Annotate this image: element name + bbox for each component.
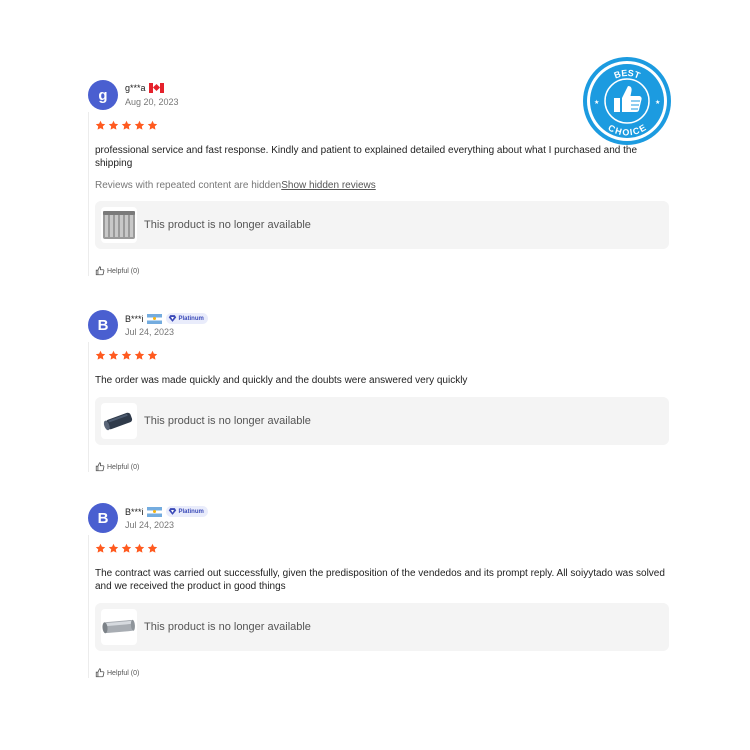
star-icon [108, 543, 119, 553]
diamond-icon [168, 508, 176, 515]
product-status: This product is no longer available [144, 415, 311, 427]
filter-panel-icon [103, 211, 135, 239]
helpful-button[interactable]: Helpful (0) [95, 462, 670, 472]
helpful-label: Helpful (0) [107, 669, 140, 677]
best-choice-badge: BEST CHOICE ★ ★ [583, 57, 671, 145]
helpful-button[interactable]: Helpful (0) [95, 266, 670, 276]
star-icon [108, 350, 119, 360]
avatar: g [88, 80, 118, 110]
product-card[interactable]: This product is no longer available [95, 201, 669, 249]
helpful-label: Helpful (0) [107, 463, 140, 471]
avatar: B [88, 310, 118, 340]
review-header: B B***i Platinum Jul 24, 2023 [88, 503, 670, 535]
helpful-button[interactable]: Helpful (0) [95, 668, 670, 678]
badge-star-icon: ★ [594, 99, 599, 106]
metal-tube-icon [102, 619, 135, 634]
product-thumbnail [101, 609, 137, 645]
review-date: Jul 24, 2023 [125, 327, 175, 337]
platinum-label: Platinum [178, 508, 204, 515]
username: B***i [125, 313, 144, 324]
review-body: The order was made quickly and quickly a… [88, 342, 670, 472]
review-header: B B***i Platinum Jul 24, 2023 [88, 310, 670, 342]
review-date: Jul 24, 2023 [125, 520, 175, 530]
star-icon [134, 120, 145, 130]
star-icon [95, 120, 106, 130]
star-icon [95, 543, 106, 553]
avatar: B [88, 503, 118, 533]
review-text: The order was made quickly and quickly a… [95, 375, 468, 386]
helpful-label: Helpful (0) [107, 267, 140, 275]
product-thumbnail [101, 207, 137, 243]
star-icon [121, 350, 132, 360]
review-card: B B***i Platinum Jul 24, 2023 The contra… [88, 503, 670, 678]
product-status: This product is no longer available [144, 219, 311, 231]
star-icon [108, 120, 119, 130]
review-card: B B***i Platinum Jul 24, 2023 The order … [88, 310, 670, 472]
star-icon [121, 120, 132, 130]
product-card[interactable]: This product is no longer available [95, 603, 669, 651]
product-thumbnail [101, 403, 137, 439]
product-status: This product is no longer available [144, 621, 311, 633]
platinum-badge: Platinum [165, 506, 208, 517]
username: g***a [125, 83, 146, 93]
review-body: The contract was carried out successfull… [88, 535, 670, 678]
star-rating [95, 541, 670, 555]
star-icon [134, 543, 145, 553]
diamond-icon [168, 315, 176, 322]
star-icon [95, 350, 106, 360]
product-card[interactable]: This product is no longer available [95, 397, 669, 445]
star-icon [134, 350, 145, 360]
hidden-reviews-note: Reviews with repeated content are hidden… [95, 180, 670, 191]
star-rating [95, 348, 670, 362]
thumbs-up-icon [95, 266, 105, 276]
badge-star-icon: ★ [655, 99, 660, 106]
review-date: Aug 20, 2023 [125, 97, 179, 107]
flag-canada-icon [148, 83, 164, 93]
flag-argentina-icon [146, 506, 162, 517]
star-icon [147, 543, 158, 553]
username: B***i [125, 506, 144, 517]
show-hidden-reviews-link[interactable]: Show hidden reviews [281, 180, 376, 191]
star-icon [147, 120, 158, 130]
thumbs-up-icon [95, 668, 105, 678]
flag-argentina-icon [146, 313, 162, 324]
cylinder-filter-icon [103, 412, 133, 431]
platinum-badge: Platinum [165, 313, 208, 324]
star-icon [147, 350, 158, 360]
platinum-label: Platinum [178, 315, 204, 322]
star-icon [121, 543, 132, 553]
review-text: The contract was carried out successfull… [95, 568, 665, 592]
hidden-note-text: Reviews with repeated content are hidden [95, 180, 282, 191]
thumbs-up-icon [95, 462, 105, 472]
review-text: professional service and fast response. … [95, 145, 638, 169]
